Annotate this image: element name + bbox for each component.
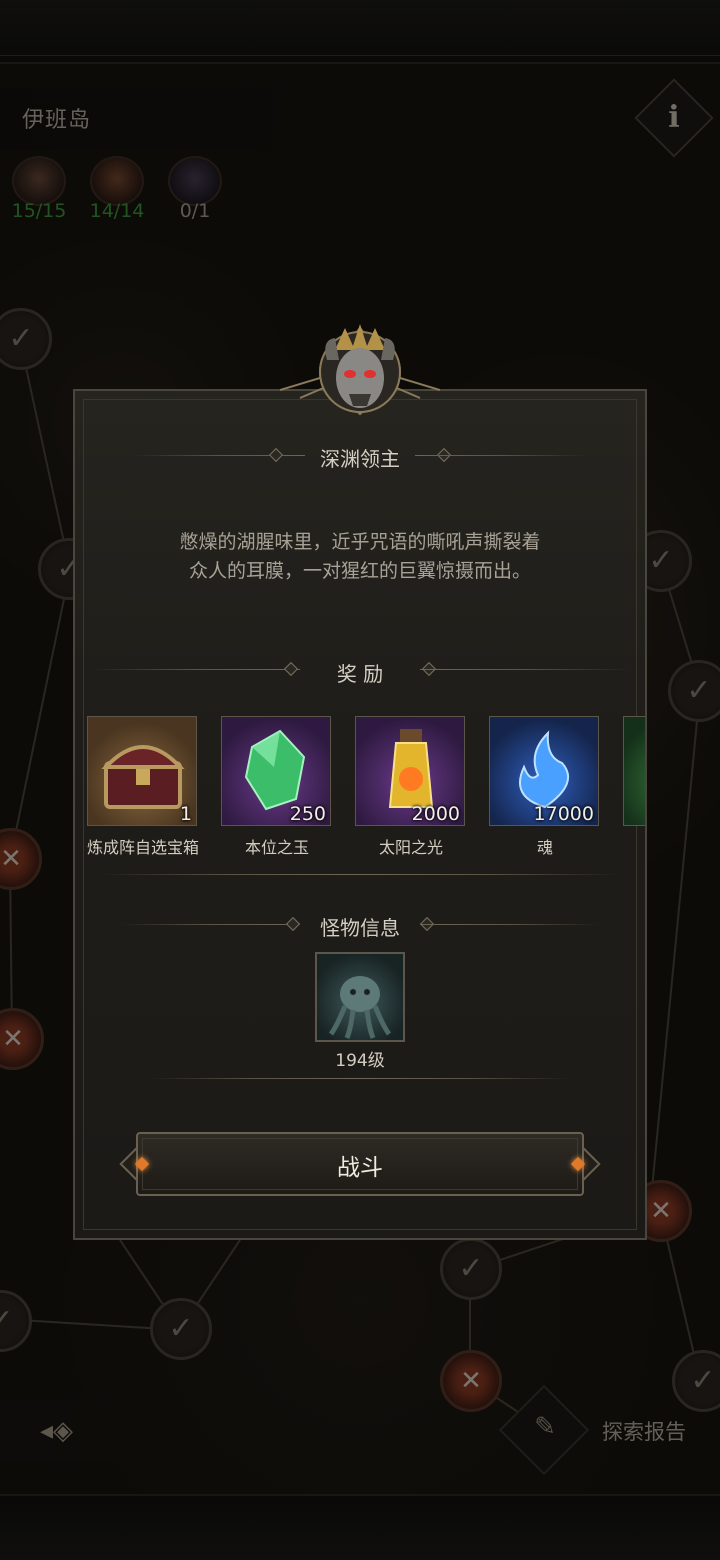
reward-name: 太阳之光 bbox=[378, 838, 443, 857]
monster-level: 194级 bbox=[335, 1051, 385, 1071]
reward-item[interactable]: 2000 太阳之光 bbox=[343, 716, 473, 866]
reward-item[interactable]: 恒 bbox=[611, 716, 645, 866]
treasure-chest-icon: 1 bbox=[87, 716, 197, 826]
boss-title: 深渊领主 bbox=[320, 447, 400, 471]
reward-list[interactable]: 1 炼成阵自选宝箱 250 本位之玉 2000 太阳之光 17000 魂 bbox=[75, 700, 645, 870]
demon-lord-icon bbox=[319, 324, 401, 413]
reward-quantity: 1 bbox=[179, 803, 192, 825]
description-line: 憋燥的湖腥味里，近乎咒语的嘶吼声撕裂着 bbox=[179, 531, 541, 553]
reward-name: 魂 bbox=[536, 838, 553, 857]
reward-name: 本位之玉 bbox=[244, 838, 309, 857]
reward-quantity: 250 bbox=[289, 803, 326, 825]
monster-portrait[interactable] bbox=[315, 952, 405, 1042]
description-line: 众人的耳膜，一对猩红的巨翼惊摄而出。 bbox=[188, 560, 531, 582]
reward-quantity: 2000 bbox=[411, 803, 460, 825]
reward-item[interactable]: 250 本位之玉 bbox=[209, 716, 339, 866]
reward-name: 炼成阵自选宝箱 bbox=[86, 838, 199, 857]
reward-quantity: 17000 bbox=[533, 803, 594, 825]
sun-bottle-icon: 2000 bbox=[355, 716, 465, 826]
monster-bottom-divider bbox=[150, 1072, 570, 1086]
fight-button-label[interactable]: 战斗 bbox=[136, 1148, 584, 1182]
boss-description: 憋燥的湖腥味里，近乎咒语的嘶吼声撕裂着 众人的耳膜，一对猩红的巨翼惊摄而出。 bbox=[120, 528, 600, 586]
green-crystal-icon: 250 bbox=[221, 716, 331, 826]
rewards-bottom-divider bbox=[100, 868, 620, 882]
rewards-title: 奖 励 bbox=[336, 662, 384, 686]
tentacle-monster-icon bbox=[328, 976, 392, 1039]
reward-item[interactable]: 1 炼成阵自选宝箱 bbox=[75, 716, 205, 866]
green-item-icon bbox=[623, 716, 645, 826]
blue-soul-flame-icon: 17000 bbox=[489, 716, 599, 826]
reward-name: 恒 bbox=[611, 834, 645, 858]
monster-info-title: 怪物信息 bbox=[320, 916, 400, 940]
reward-item[interactable]: 17000 魂 bbox=[477, 716, 607, 866]
